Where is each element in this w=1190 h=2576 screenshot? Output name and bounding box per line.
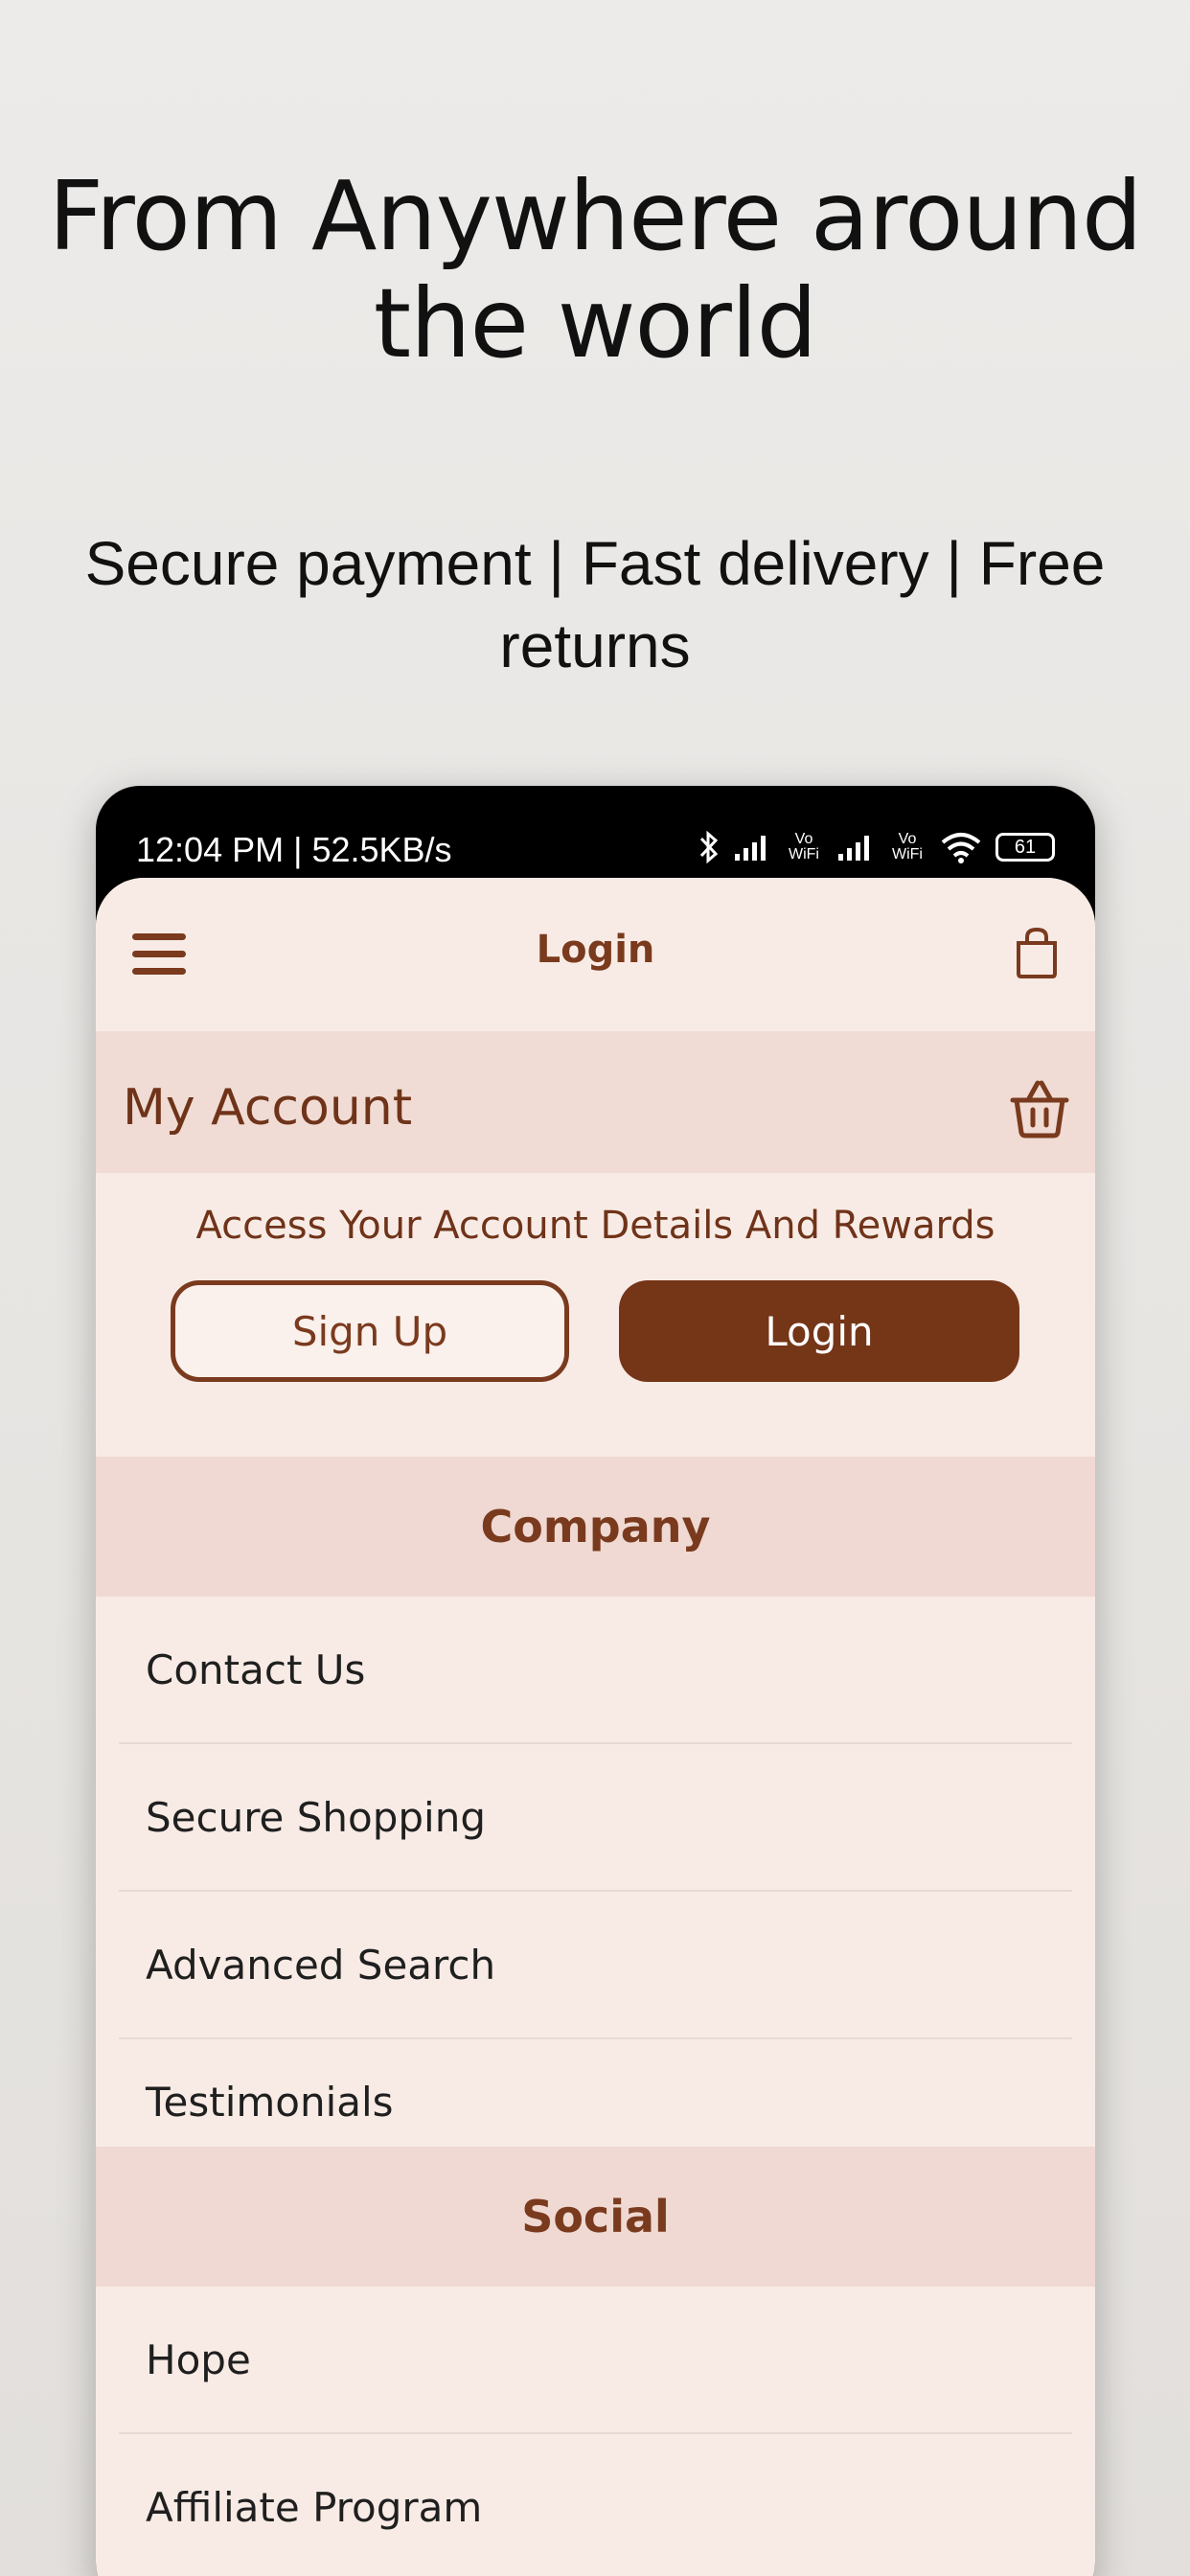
social-menu-list: Hope Affiliate Program (96, 2287, 1095, 2576)
social-section-header: Social (96, 2147, 1095, 2287)
menu-item-testimonials[interactable]: Testimonials (119, 2039, 1072, 2164)
promo-subline: Secure payment | Fast delivery | Free re… (84, 529, 1106, 680)
signal-icon-2 (838, 836, 869, 861)
battery-icon: 61 (995, 833, 1055, 862)
bluetooth-icon (699, 830, 719, 864)
status-icons: Vo WiFi Vo WiFi 61 (698, 826, 1055, 868)
volte-label: Vo WiFi (789, 831, 819, 862)
menu-item-secure-shopping[interactable]: Secure Shopping (119, 1744, 1072, 1892)
basket-icon[interactable] (1009, 1079, 1070, 1138)
my-account-bar: My Account (96, 1031, 1095, 1173)
menu-item-hope[interactable]: Hope (119, 2287, 1072, 2434)
app-screen: Login My Account Access Your Account Det… (96, 878, 1095, 2576)
phone-frame: 12:04 PM | 52.5KB/s Vo WiFi Vo WiFi 61 L… (96, 786, 1095, 2576)
battery-level: 61 (1014, 836, 1037, 858)
menu-item-advanced-search[interactable]: Advanced Search (119, 1892, 1072, 2039)
volte-label-2: Vo WiFi (892, 831, 923, 862)
company-section-header: Company (96, 1457, 1095, 1597)
signal-icon (735, 836, 766, 861)
app-bar: Login (96, 878, 1095, 1031)
shopping-bag-icon[interactable] (1013, 926, 1061, 979)
account-description: Access Your Account Details And Rewards (195, 1204, 995, 1248)
app-bar-title: Login (536, 928, 655, 972)
menu-item-contact-us[interactable]: Contact Us (119, 1597, 1072, 1744)
wifi-icon (941, 833, 981, 863)
status-time: 12:04 PM | 52.5KB/s (136, 830, 452, 869)
promo-headline: From Anywhere around the world (48, 160, 1142, 380)
my-account-title: My Account (123, 1079, 413, 1137)
status-bar: 12:04 PM | 52.5KB/s Vo WiFi Vo WiFi 61 (96, 786, 1095, 878)
sign-up-button[interactable]: Sign Up (171, 1280, 569, 1382)
login-button[interactable]: Login (619, 1280, 1019, 1382)
company-menu-list: Contact Us Secure Shopping Advanced Sear… (96, 1597, 1095, 2164)
menu-item-affiliate-program[interactable]: Affiliate Program (119, 2434, 1072, 2576)
